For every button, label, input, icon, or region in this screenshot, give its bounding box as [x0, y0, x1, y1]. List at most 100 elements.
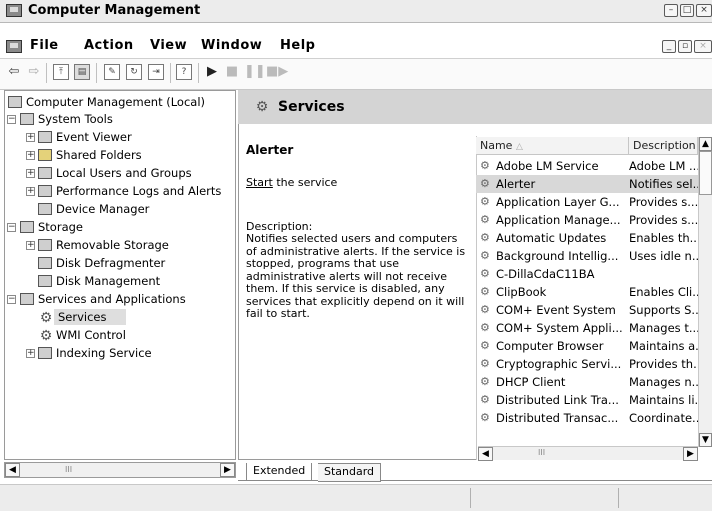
list-scroll-right-icon[interactable]: ▶ — [683, 447, 698, 461]
menu-view[interactable]: View — [150, 38, 187, 53]
service-row[interactable]: ⚙ Distributed Transac... Coordinate... — [476, 409, 699, 427]
service-name: Alerter — [496, 177, 536, 191]
collapse-icon[interactable]: − — [7, 295, 16, 304]
service-row[interactable]: ⚙ Alerter Notifies sel... — [476, 175, 699, 193]
close-icon[interactable]: × — [696, 4, 712, 17]
service-name: Background Intellig... — [496, 249, 619, 263]
tree-item-removable-storage[interactable]: Removable Storage — [56, 238, 169, 252]
list-scroll-thumb-grip[interactable]: III — [538, 448, 545, 457]
service-name: ClipBook — [496, 285, 547, 299]
service-description-cell: Provides s... — [629, 195, 699, 209]
status-separator — [470, 488, 471, 508]
tree-item-services[interactable]: Services — [58, 310, 107, 324]
service-row[interactable]: ⚙ Computer Browser Maintains a... — [476, 337, 699, 355]
refresh-icon[interactable]: ↻ — [126, 64, 142, 80]
expand-icon[interactable]: + — [26, 187, 35, 196]
list-horizontal-scrollbar[interactable]: ◀ III ▶ — [478, 446, 698, 461]
tab-extended[interactable]: Extended — [246, 463, 313, 481]
tab-standard[interactable]: Standard — [318, 463, 382, 482]
expand-icon[interactable]: + — [26, 151, 35, 160]
tree-item-system-tools[interactable]: System Tools — [38, 112, 113, 126]
service-row[interactable]: ⚙ COM+ System Appli... Manages t... — [476, 319, 699, 337]
menu-file[interactable]: File — [30, 38, 59, 53]
users-icon — [38, 167, 52, 179]
expand-icon[interactable]: + — [26, 169, 35, 178]
restart-service-icon[interactable]: ■▶ — [266, 64, 288, 80]
tree-item-disk-defragmenter[interactable]: Disk Defragmenter — [56, 256, 165, 270]
menu-action[interactable]: Action — [84, 38, 134, 53]
column-header-name[interactable]: Name △ — [476, 137, 629, 155]
child-minimize-icon[interactable]: _ — [662, 40, 676, 53]
tree-item-performance-logs[interactable]: Performance Logs and Alerts — [56, 184, 221, 198]
tree-item-storage[interactable]: Storage — [38, 220, 83, 234]
export-list-icon[interactable]: ⇥ — [148, 64, 164, 80]
tree-item-disk-management[interactable]: Disk Management — [56, 274, 160, 288]
status-separator — [618, 488, 619, 508]
forward-icon[interactable]: ⇨ — [26, 64, 42, 80]
pause-service-icon[interactable]: ❚❚ — [244, 64, 266, 80]
tree-item-device-manager[interactable]: Device Manager — [56, 202, 149, 216]
scroll-down-icon[interactable]: ▼ — [699, 433, 712, 447]
service-row[interactable]: ⚙ Cryptographic Servi... Provides th... — [476, 355, 699, 373]
minimize-icon[interactable]: – — [664, 4, 678, 17]
service-description-cell: Enables th... — [629, 231, 699, 245]
column-header-description[interactable]: Description — [629, 137, 698, 155]
child-restore-icon[interactable]: ▫ — [678, 40, 692, 53]
service-name: Automatic Updates — [496, 231, 607, 245]
scroll-thumb-grip[interactable]: III — [65, 465, 72, 474]
expand-icon[interactable]: + — [26, 241, 35, 250]
service-description-cell: Uses idle n... — [629, 249, 699, 263]
back-icon[interactable]: ⇦ — [6, 64, 22, 80]
service-gear-icon: ⚙ — [480, 177, 490, 190]
tree-item-wmi-control[interactable]: WMI Control — [56, 328, 126, 342]
scroll-right-icon[interactable]: ▶ — [220, 463, 235, 477]
service-description-cell: Notifies sel... — [629, 177, 699, 191]
help-icon[interactable]: ? — [176, 64, 192, 80]
service-row[interactable]: ⚙ Automatic Updates Enables th... — [476, 229, 699, 247]
disk-management-icon — [38, 275, 52, 287]
expand-icon[interactable]: + — [26, 133, 35, 142]
start-service-link[interactable]: Start — [246, 176, 273, 189]
tree-item-shared-folders[interactable]: Shared Folders — [56, 148, 142, 162]
list-scroll-left-icon[interactable]: ◀ — [478, 447, 493, 461]
tree-item-local-users-groups[interactable]: Local Users and Groups — [56, 166, 192, 180]
removable-storage-icon — [38, 239, 52, 251]
list-vertical-scrollbar[interactable]: ▲ ▼ — [698, 137, 712, 447]
service-row[interactable]: ⚙ Adobe LM Service Adobe LM ... — [476, 157, 699, 175]
scroll-up-icon[interactable]: ▲ — [699, 137, 712, 151]
start-service-icon[interactable]: ▶ — [204, 64, 220, 80]
properties-icon[interactable]: ✎ — [104, 64, 120, 80]
service-row[interactable]: ⚙ COM+ Event System Supports S... — [476, 301, 699, 319]
tree-item-computer-management[interactable]: Computer Management (Local) — [26, 95, 205, 109]
collapse-icon[interactable]: − — [7, 115, 16, 124]
menu-help[interactable]: Help — [280, 38, 315, 53]
menu-window[interactable]: Window — [201, 38, 262, 53]
scroll-thumb[interactable] — [699, 151, 712, 195]
tree-item-services-applications[interactable]: Services and Applications — [38, 292, 186, 306]
restore-icon[interactable]: □ — [680, 4, 694, 17]
service-gear-icon: ⚙ — [480, 375, 490, 388]
service-name: Distributed Link Tra... — [496, 393, 619, 407]
service-row[interactable]: ⚙ Background Intellig... Uses idle n... — [476, 247, 699, 265]
tree-horizontal-scrollbar[interactable]: ◀ III ▶ — [4, 462, 236, 478]
services-title: Services — [278, 99, 345, 115]
service-name: COM+ System Appli... — [496, 321, 623, 335]
show-hide-tree-icon[interactable]: ▤ — [74, 64, 90, 80]
service-row[interactable]: ⚙ Distributed Link Tra... Maintains li... — [476, 391, 699, 409]
child-close-icon[interactable]: × — [694, 40, 712, 53]
collapse-icon[interactable]: − — [7, 223, 16, 232]
child-window-icon[interactable] — [6, 40, 22, 53]
tree-item-indexing-service[interactable]: Indexing Service — [56, 346, 152, 360]
expand-icon[interactable]: + — [26, 349, 35, 358]
service-row[interactable]: ⚙ ClipBook Enables Cli... — [476, 283, 699, 301]
service-row[interactable]: ⚙ DHCP Client Manages n... — [476, 373, 699, 391]
service-row[interactable]: ⚙ Application Layer G... Provides s... — [476, 193, 698, 211]
service-description-cell: Coordinate... — [629, 411, 699, 425]
tree-item-event-viewer[interactable]: Event Viewer — [56, 130, 132, 144]
start-service-link-row: Start the service — [246, 176, 337, 189]
service-row[interactable]: ⚙ C-DillaCdaC11BA — [476, 265, 698, 283]
scroll-left-icon[interactable]: ◀ — [5, 463, 20, 477]
up-folder-icon[interactable]: ⤒ — [53, 64, 69, 80]
stop-service-icon[interactable]: ■ — [224, 64, 240, 80]
service-row[interactable]: ⚙ Application Manage... Provides s... — [476, 211, 698, 229]
